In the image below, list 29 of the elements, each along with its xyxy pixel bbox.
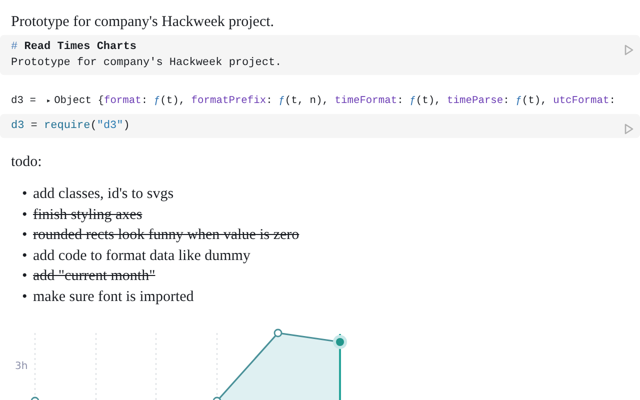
run-icon[interactable] <box>624 123 634 135</box>
expand-toggle[interactable]: ▸ <box>46 97 52 106</box>
todo-item: finish styling axes <box>33 206 142 222</box>
bullet: • <box>22 267 28 286</box>
todo-heading: todo: <box>11 154 42 170</box>
object-summary: Object {format: ƒ(t), formatPrefix: ƒ(t, n), timeFormat: ƒ(t), timeParse: ƒ(t), utcFormat: <box>54 95 616 107</box>
markdown-text: Prototype for company's Hackweek project. <box>11 57 282 69</box>
run-icon[interactable] <box>624 44 634 56</box>
data-point <box>30 396 40 400</box>
variable-name: d3 <box>11 95 24 107</box>
markdown-heading: # Read Times Charts <box>11 40 136 55</box>
data-point <box>274 328 282 338</box>
bullet: • <box>22 288 28 306</box>
data-point <box>212 396 222 400</box>
todo-item: add "current month" <box>33 268 156 284</box>
cursor-line <box>339 334 341 400</box>
todo-item: rounded rects look funny when value is zero <box>33 227 300 243</box>
bullet: • <box>22 246 28 266</box>
highlighted-point[interactable] <box>333 335 347 349</box>
bullet: • <box>22 206 28 224</box>
todo-item: add code to format data like dummy <box>33 248 250 264</box>
equals-sign: = <box>30 95 36 107</box>
intro-text: Prototype for company's Hackweek project. <box>11 14 274 30</box>
bullet: • <box>22 226 28 245</box>
todo-item: make sure font is imported <box>33 288 194 304</box>
bullet: • <box>22 185 28 204</box>
code-line[interactable]: d3 = require("d3") <box>11 118 130 134</box>
y-axis-label: 3h <box>15 361 28 372</box>
todo-item: add classes, id's to svgs <box>33 186 174 202</box>
